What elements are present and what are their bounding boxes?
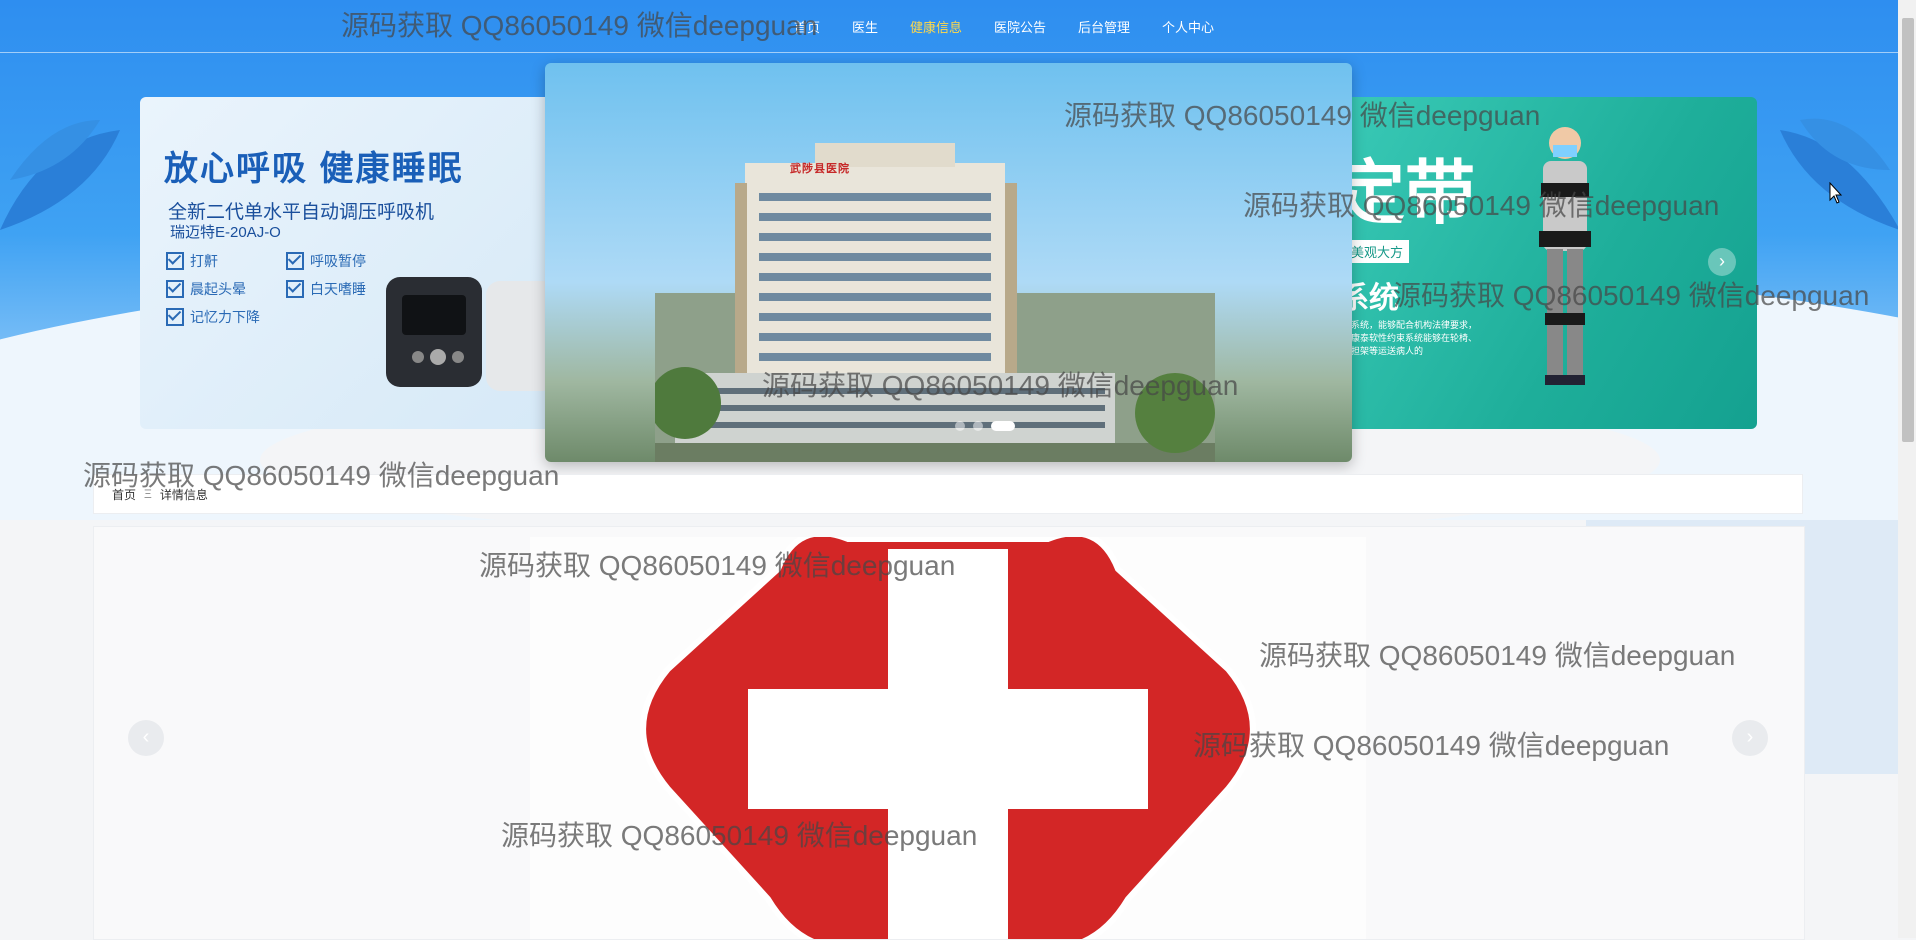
- check-icon: [166, 252, 184, 270]
- carousel-dot[interactable]: [973, 421, 983, 431]
- breadcrumb-separator: Ξ: [144, 487, 152, 501]
- carousel-next-button[interactable]: ›: [1708, 248, 1736, 276]
- mouse-cursor-icon: [1829, 182, 1843, 204]
- red-cross-logo-image: [640, 530, 1256, 939]
- slide-title: 定带: [1345, 154, 1475, 232]
- slide-description: 系统，能够配合机构法律要求，康泰软性约束系统能够在轮椅、担架等运送病人的: [1351, 320, 1478, 356]
- breadcrumb-current: 详情信息: [159, 487, 208, 502]
- leaf-decoration-left: [0, 120, 120, 230]
- feature-item: 打鼾: [166, 251, 218, 271]
- slide-model: 瑞迈特E-20AJ-O: [170, 224, 281, 241]
- detail-image-carousel: ‹ ›: [93, 526, 1805, 940]
- feature-item: 呼吸暂停: [286, 251, 366, 271]
- nav-item-home[interactable]: 首页: [794, 17, 820, 36]
- check-icon: [286, 252, 304, 270]
- detail-next-button[interactable]: ›: [1732, 720, 1768, 756]
- feature-label: 打鼾: [190, 253, 218, 269]
- ventilator-device-image: [386, 277, 482, 387]
- building-sign: 武陟县医院: [790, 163, 850, 175]
- nav-item-doctor[interactable]: 医生: [852, 17, 878, 36]
- slide-subtitle: 全新二代单水平自动调压呼吸机: [168, 202, 435, 223]
- chevron-left-icon: ‹: [142, 726, 150, 748]
- breadcrumb: 首页 Ξ 详情信息: [93, 474, 1803, 514]
- detail-image: [530, 530, 1366, 939]
- nav-item-health-info[interactable]: 健康信息: [910, 17, 962, 36]
- slide-system-label: 系统: [1345, 282, 1399, 315]
- carousel-indicators: [955, 421, 1015, 431]
- carousel-dot[interactable]: [955, 421, 965, 431]
- scrollbar-thumb[interactable]: [1902, 18, 1914, 442]
- feature-item: 记忆力下降: [166, 307, 260, 327]
- carousel-slide-next[interactable]: 定带 美观大方 系统 系统，能够配合机构法律要求，康泰软性约束系统能够在轮椅、担…: [1345, 97, 1757, 429]
- person-with-restraint-image: [1539, 127, 1591, 385]
- leaf-decoration-right: [1780, 118, 1898, 230]
- feature-label: 白天嗜睡: [310, 281, 366, 297]
- feature-item: 白天嗜睡: [286, 279, 366, 299]
- chevron-right-icon: ›: [1746, 726, 1754, 748]
- feature-item: 晨起头晕: [166, 279, 246, 299]
- feature-label: 记忆力下降: [190, 309, 260, 325]
- hospital-building-image: [655, 143, 1215, 462]
- top-nav: 首页 医生 健康信息 医院公告 后台管理 个人中心: [0, 0, 1898, 53]
- nav-item-profile[interactable]: 个人中心: [1162, 17, 1214, 36]
- feature-label: 呼吸暂停: [310, 253, 366, 269]
- slide-title: 放心呼吸 健康睡眠: [164, 150, 464, 188]
- detail-prev-button[interactable]: ‹: [128, 720, 164, 756]
- carousel-slide-active[interactable]: 武陟县医院: [545, 63, 1352, 462]
- chevron-right-icon: ›: [1719, 251, 1725, 271]
- breadcrumb-home[interactable]: 首页: [112, 486, 136, 503]
- check-icon: [286, 280, 304, 298]
- check-icon: [166, 308, 184, 326]
- nav-item-admin[interactable]: 后台管理: [1078, 17, 1130, 36]
- nav-item-announcement[interactable]: 医院公告: [994, 17, 1046, 36]
- feature-label: 晨起头晕: [190, 281, 246, 297]
- check-icon: [166, 280, 184, 298]
- carousel-dot-active[interactable]: [991, 421, 1015, 431]
- slide-tag: 美观大方: [1345, 240, 1410, 263]
- carousel-slide-prev[interactable]: 放心呼吸 健康睡眠 全新二代单水平自动调压呼吸机 瑞迈特E-20AJ-O 打鼾 …: [140, 97, 560, 429]
